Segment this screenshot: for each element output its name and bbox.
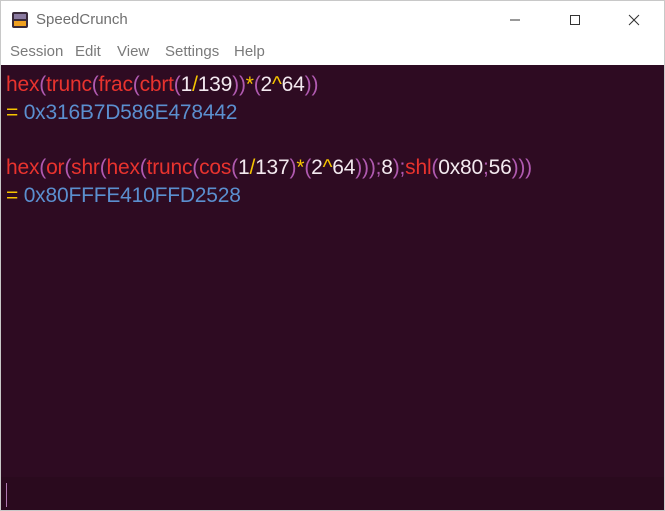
- speedcrunch-window: SpeedCrunch Session Edit View Settings H…: [0, 0, 665, 511]
- expression-token: 2: [311, 156, 323, 179]
- history-expression[interactable]: hex(or(shr(hex(trunc(cos(1/137)*(2^64)))…: [6, 156, 532, 180]
- expression-token: (: [253, 73, 261, 96]
- expression-token: ): [368, 156, 376, 179]
- expression-token: trunc: [146, 156, 193, 179]
- expression-token: ): [311, 73, 319, 96]
- expression-token: 1: [237, 156, 250, 179]
- result-prefix: =: [6, 184, 24, 207]
- expression-token: (: [173, 73, 181, 96]
- result-value: 0x316B7D586E478442: [23, 101, 238, 124]
- minimize-button[interactable]: [492, 1, 538, 39]
- speedcrunch-app-icon: [12, 12, 28, 28]
- expression-token: hex: [106, 156, 140, 179]
- expression-token: frac: [98, 73, 133, 96]
- menu-session[interactable]: Session: [10, 44, 63, 60]
- expression-token: ): [362, 156, 369, 179]
- expression-editor[interactable]: [1, 477, 664, 510]
- expression-token: (: [231, 156, 238, 179]
- expression-token: *: [245, 73, 254, 96]
- expression-token: cbrt: [139, 73, 174, 96]
- expression-token: ): [232, 73, 239, 96]
- expression-token: ): [238, 73, 246, 96]
- result-prefix: =: [6, 101, 24, 124]
- expression-token: ^: [272, 73, 282, 96]
- expression-token: ^: [322, 156, 333, 179]
- result-value: 0x80FFFE410FFD2528: [23, 184, 241, 207]
- expression-token: 56: [488, 156, 512, 179]
- expression-token: 1: [180, 73, 193, 96]
- expression-token: shl: [405, 156, 432, 179]
- expression-token: hex: [6, 156, 40, 179]
- expression-token: trunc: [46, 73, 92, 96]
- close-button[interactable]: [611, 1, 657, 39]
- close-icon: [628, 14, 640, 26]
- menu-settings[interactable]: Settings: [165, 44, 219, 60]
- expression-token: or: [46, 156, 65, 179]
- menu-help[interactable]: Help: [234, 44, 265, 60]
- expression-token: 8: [381, 156, 393, 179]
- menu-view[interactable]: View: [117, 44, 149, 60]
- maximize-icon: [570, 15, 580, 25]
- result-display[interactable]: hex(trunc(frac(cbrt(1/139))*(2^64)) = 0x…: [1, 65, 664, 477]
- history-result[interactable]: = 0x80FFFE410FFD2528: [6, 184, 241, 208]
- expression-token: 64: [281, 73, 305, 96]
- expression-token: ): [392, 156, 400, 179]
- expression-token: 64: [332, 156, 356, 179]
- maximize-button[interactable]: [552, 1, 598, 39]
- expression-token: 139: [197, 73, 233, 96]
- history-expression[interactable]: hex(trunc(frac(cbrt(1/139))*(2^64)): [6, 73, 318, 97]
- expression-token: ): [355, 156, 363, 179]
- expression-token: (: [132, 73, 140, 96]
- expression-token: 0x80: [438, 156, 483, 179]
- expression-token: (: [139, 156, 147, 179]
- expression-token: hex: [6, 73, 40, 96]
- expression-token: ): [525, 156, 532, 179]
- title-bar[interactable]: SpeedCrunch: [1, 1, 664, 39]
- expression-token: (: [99, 156, 107, 179]
- menu-edit[interactable]: Edit: [75, 44, 101, 60]
- history-result[interactable]: = 0x316B7D586E478442: [6, 101, 237, 125]
- expression-token: shr: [71, 156, 100, 179]
- minimize-icon: [510, 19, 520, 21]
- expression-token: 2: [260, 73, 273, 96]
- window-title: SpeedCrunch: [36, 11, 128, 28]
- expression-token: cos: [199, 156, 232, 179]
- menu-bar: Session Edit View Settings Help: [1, 39, 664, 65]
- expression-token: (: [91, 73, 99, 96]
- text-cursor: [6, 483, 7, 507]
- expression-token: 137: [255, 156, 290, 179]
